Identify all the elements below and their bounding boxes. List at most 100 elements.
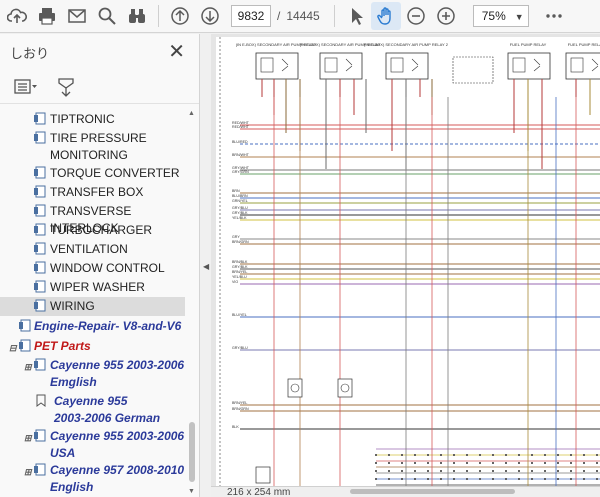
splice-dot: [479, 454, 481, 456]
wire-row: BRN: [232, 189, 600, 194]
bookmark-item[interactable]: TURBOCHARGER: [0, 221, 185, 240]
previous-page-icon[interactable]: [165, 2, 195, 30]
more-options-icon[interactable]: [539, 2, 569, 30]
bookmark-item[interactable]: ⊞ Cayenne 955 2003-2006 Emglish: [0, 356, 185, 392]
close-icon[interactable]: ✕: [168, 42, 185, 62]
hand-tool-icon[interactable]: [370, 2, 401, 30]
bookmark-item[interactable]: WINDOW CONTROL: [0, 259, 185, 278]
bookmark-page-icon: [34, 299, 46, 312]
wire-label: BRN: [232, 189, 240, 193]
bookmark-label-line1: Cayenne 955 2003-2006: [50, 429, 185, 443]
relay-box: (IN E-BOX) SECONDARY AIR PUMP RELAY 2: [364, 42, 449, 80]
bookmark-label-wrap: TIRE PRESSURE MONITORING: [34, 129, 147, 164]
wire-row: BLU/YEL: [232, 313, 600, 318]
splice-dot: [505, 454, 507, 456]
collapse-panel-icon[interactable]: ◀: [203, 262, 209, 271]
bookmark-item[interactable]: ⊞ Cayenne 957 2008-2010 English: [0, 461, 185, 497]
note-box: [452, 56, 494, 84]
wire-row: BLU/RED: [232, 140, 600, 145]
expand-toggle-icon[interactable]: ⊞: [24, 359, 32, 376]
toolbar-divider: [158, 5, 159, 27]
splice-dot: [518, 454, 520, 456]
splice-dot: [505, 462, 507, 464]
expand-toggle-icon[interactable]: ⊞: [24, 430, 32, 447]
document-view[interactable]: (IN E-BOX) SECONDARY AIR PUMP RELAY (IN E…: [211, 34, 600, 486]
bookmark-label: TORQUE CONVERTER: [50, 166, 180, 180]
splice-dot: [531, 470, 533, 472]
bookmarks-scrollbar[interactable]: ▲ ▼: [186, 106, 198, 497]
bookmark-tree: TIPTRONIC TIRE PRESSURE MONITORING TORQUE…: [0, 106, 185, 497]
relay-group: (IN E-BOX) SECONDARY AIR PUMP RELAY(IN E…: [236, 42, 600, 84]
binoculars-icon[interactable]: [122, 2, 152, 30]
bookmark-item[interactable]: TIPTRONIC: [0, 110, 185, 129]
splice-dot: [375, 454, 377, 456]
scroll-down-icon[interactable]: ▼: [188, 488, 195, 495]
wire-label: GRY/BLK: [232, 211, 248, 215]
wire-label: BRN/WHT: [232, 153, 250, 157]
bookmark-item[interactable]: WIPER WASHER: [0, 278, 185, 297]
bookmark-page-icon: [34, 358, 46, 371]
horizontal-scrollbar-thumb[interactable]: [350, 489, 515, 494]
scroll-up-icon[interactable]: ▲: [188, 110, 195, 117]
splice-dot: [401, 462, 403, 464]
splice-dot: [453, 478, 455, 480]
wire-row: RED/WHT: [232, 125, 600, 130]
bookmark-label-wrap: Cayenne 957 2008-2010 English: [34, 461, 184, 496]
bookmark-item[interactable]: ⊟ PET Parts: [0, 337, 185, 356]
wire-label: BLU/YEL: [232, 313, 247, 317]
splice-dot: [388, 470, 390, 472]
wire-row: GRY/GRN: [232, 170, 600, 175]
page-number-input[interactable]: 9832: [231, 5, 271, 27]
relay-label: FUEL PUMP RELAY: [568, 42, 600, 47]
wire-label: GRY: [232, 235, 240, 239]
wire-row: GRY/BLK: [232, 211, 600, 216]
bookmark-item[interactable]: TRANSVERSE INTERLOCK: [0, 202, 185, 235]
bookmark-page-icon: [19, 339, 31, 352]
splice-dot: [466, 478, 468, 480]
next-page-icon[interactable]: [195, 2, 225, 30]
select-arrow-icon[interactable]: [341, 2, 371, 30]
bookmark-item[interactable]: TRANSFER BOX: [0, 183, 185, 202]
wire-label: GRY/BLU: [232, 346, 248, 350]
wire-label: BLU/RED: [232, 140, 248, 144]
bookmark-item[interactable]: Engine-Repair- V8-and-V6: [0, 317, 185, 336]
wire-row: GRY/BLU: [232, 206, 600, 211]
bookmark-item[interactable]: VENTILATION: [0, 240, 185, 259]
bookmark-item[interactable]: TORQUE CONVERTER: [0, 164, 185, 183]
splice-dot: [544, 454, 546, 456]
upload-icon[interactable]: [2, 2, 32, 30]
bookmark-ribbon-icon: [36, 394, 46, 407]
search-icon[interactable]: [92, 2, 122, 30]
splice-dot: [492, 478, 494, 480]
bookmark-label: TURBOCHARGER: [50, 223, 153, 237]
zoom-out-icon[interactable]: [401, 2, 431, 30]
bookmark-item[interactable]: ⊞ Cayenne 955 2003-2006 USA: [0, 427, 185, 463]
wire-row: GRY/BLU: [232, 346, 600, 351]
splice-dot: [401, 470, 403, 472]
scrollbar-thumb[interactable]: [189, 422, 195, 482]
zoom-value: 75%: [481, 9, 506, 23]
splice-dot: [453, 462, 455, 464]
bookmark-expand-icon[interactable]: [52, 75, 80, 99]
splice-dot: [518, 478, 520, 480]
print-icon[interactable]: [32, 2, 62, 30]
splice-dot: [479, 478, 481, 480]
bookmark-item[interactable]: TIRE PRESSURE MONITORING: [0, 129, 185, 165]
bookmark-page-icon: [34, 242, 46, 255]
wire-row: YEL/BLU: [232, 275, 600, 280]
mail-icon[interactable]: [62, 2, 92, 30]
relay-box: (IN E-BOX) SECONDARY AIR PUMP RELAY: [300, 42, 381, 80]
bookmark-item-selected[interactable]: WIRING: [0, 297, 185, 316]
bookmarks-title: しおり: [10, 45, 50, 61]
bookmark-item[interactable]: Cayenne 955 2003-2006 German: [0, 392, 185, 428]
splice-dot: [440, 478, 442, 480]
zoom-select[interactable]: 75% ▼: [472, 5, 529, 27]
options-menu-icon[interactable]: [12, 75, 40, 99]
bookmark-page-icon: [19, 319, 31, 332]
expand-toggle-icon[interactable]: ⊞: [24, 464, 32, 481]
collapse-toggle-icon[interactable]: ⊟: [9, 340, 17, 357]
zoom-in-icon[interactable]: [431, 2, 461, 30]
wire-label: GRY/GRN: [232, 170, 249, 174]
bookmarks-panel: しおり ✕ TIPTRONIC TIRE PRESSURE MONITORING: [0, 34, 200, 497]
bookmark-label-wrap: Cayenne 955 2003-2006 USA: [34, 427, 184, 462]
